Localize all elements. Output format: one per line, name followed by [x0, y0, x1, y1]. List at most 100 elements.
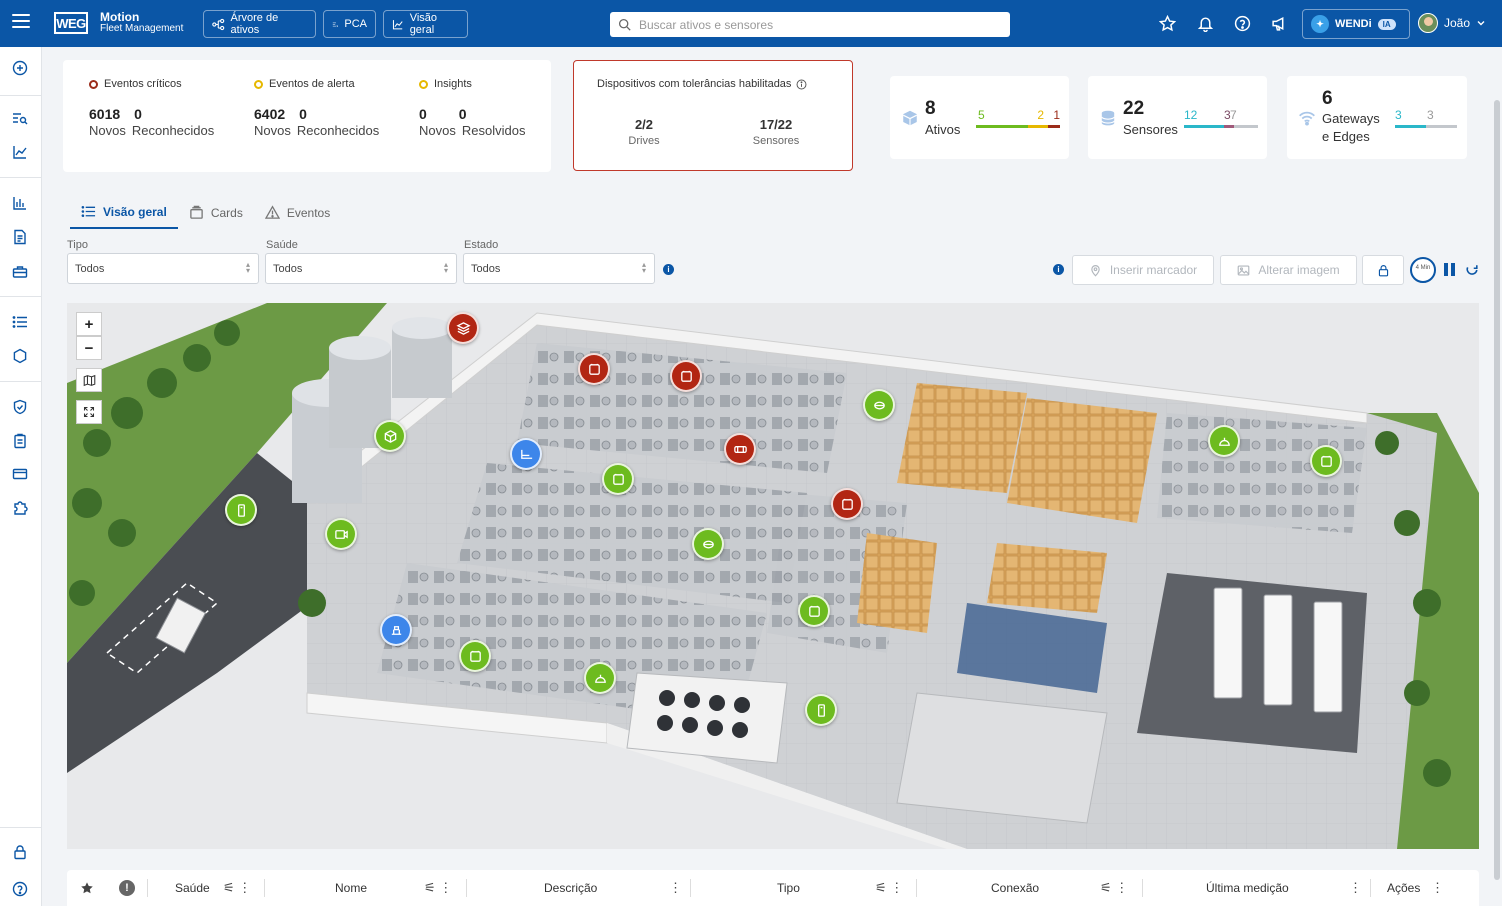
marker-info-pump[interactable]	[510, 438, 542, 470]
plant-map[interactable]: + −	[67, 303, 1479, 849]
marker-critical-layers[interactable]	[447, 312, 479, 344]
gateways-status-bar	[1395, 125, 1457, 128]
tab-cards[interactable]: Cards	[178, 196, 254, 229]
marker-healthy-drive[interactable]	[692, 528, 724, 560]
search-list-icon[interactable]	[12, 110, 30, 128]
bell-icon[interactable]	[1197, 15, 1215, 33]
favorite-star-icon[interactable]	[80, 881, 94, 895]
scrollbar-thumb[interactable]	[1494, 100, 1500, 880]
pause-icon[interactable]	[1444, 263, 1456, 276]
clipboard-icon[interactable]	[12, 433, 30, 451]
info-icon[interactable]	[796, 79, 807, 90]
actions-column-menu[interactable]: ⋮	[1431, 880, 1444, 896]
type-column-actions[interactable]: ⚟ ⋮	[875, 880, 903, 896]
marker-healthy-box[interactable]	[374, 420, 406, 452]
card-icon[interactable]	[12, 466, 30, 484]
refresh-icon[interactable]	[1465, 263, 1479, 277]
zoom-in-button[interactable]: +	[76, 312, 102, 336]
bar-chart-icon[interactable]	[12, 195, 30, 213]
tab-overview[interactable]: Visão geral	[70, 196, 178, 229]
gateways-label: Gateways e Edges	[1322, 110, 1380, 146]
user-menu[interactable]: João	[1418, 13, 1486, 33]
search-input[interactable]	[639, 17, 999, 32]
sensors-tolerance-value: 17/22	[759, 117, 793, 132]
marker-healthy-motor[interactable]	[798, 595, 830, 627]
assets-breakdown: 5 2 1	[978, 108, 1060, 122]
marker-healthy-sensor[interactable]	[805, 694, 837, 726]
refresh-timer[interactable]: 4 Min	[1410, 257, 1436, 283]
help-icon[interactable]	[1234, 15, 1252, 33]
wendi-assistant-button[interactable]: ✦ WENDi IA	[1302, 9, 1410, 39]
last-measurement-column-actions[interactable]: ⋮	[1349, 880, 1362, 896]
alert-events[interactable]: Eventos de alerta 6402 0 Novos Reconhecido…	[254, 78, 379, 138]
star-icon[interactable]	[1158, 14, 1177, 33]
page-scrollbar[interactable]	[1494, 100, 1500, 880]
critical-events[interactable]: Eventos críticos 6018 0 Novos Reconhecidos	[89, 78, 214, 138]
pca-button[interactable]: PCA	[323, 10, 376, 38]
assets-stat-card[interactable]: 8 Ativos 5 2 1	[890, 76, 1069, 159]
state-filter-select[interactable]: Todos ▴ ▾	[463, 253, 655, 284]
marker-healthy-drive[interactable]	[863, 389, 895, 421]
marker-healthy-gearbox[interactable]	[325, 518, 357, 550]
menu-icon[interactable]	[12, 14, 30, 28]
toolbox-icon[interactable]	[12, 263, 30, 281]
alert-column-icon[interactable]: !	[119, 880, 135, 896]
trend-icon[interactable]	[12, 144, 30, 162]
gateways-stat-card[interactable]: 6 Gateways e Edges 3 3	[1287, 76, 1467, 159]
marker-healthy-ventilator[interactable]	[584, 662, 616, 694]
tab-events[interactable]: Eventos	[254, 196, 341, 229]
megaphone-icon[interactable]	[1271, 15, 1289, 33]
document-icon[interactable]	[12, 229, 30, 247]
gateways-offline-count: 3	[1427, 108, 1434, 122]
column-type[interactable]: Tipo	[777, 881, 800, 895]
type-filter-select[interactable]: Todos ▴ ▾	[67, 253, 259, 284]
fan-icon	[733, 445, 747, 453]
map-layers-button[interactable]	[76, 368, 102, 392]
column-name[interactable]: Nome	[335, 881, 367, 895]
sensors-stat-card[interactable]: 22 Sensores 12 3 7	[1088, 76, 1267, 159]
column-last-measurement[interactable]: Última medição	[1206, 881, 1289, 895]
sidebar-divider	[0, 296, 42, 297]
marker-healthy-sensor[interactable]	[225, 494, 257, 526]
lock-icon[interactable]	[12, 844, 30, 862]
marker-healthy-motor[interactable]	[1208, 425, 1240, 457]
insert-marker-button[interactable]: Inserir marcador	[1072, 255, 1214, 285]
lock-map-button[interactable]	[1362, 255, 1404, 285]
fullscreen-button[interactable]	[76, 400, 102, 424]
puzzle-icon[interactable]	[12, 500, 30, 518]
health-filter-select[interactable]: Todos ▴ ▾	[265, 253, 457, 284]
column-actions[interactable]: Ações	[1387, 881, 1420, 895]
marker-critical-motor[interactable]	[670, 360, 702, 392]
hexagon-icon[interactable]	[12, 348, 30, 366]
health-column-actions[interactable]: ⚟ ⋮	[223, 880, 251, 896]
connection-column-actions[interactable]: ⚟ ⋮	[1100, 880, 1128, 896]
marker-critical-fan[interactable]	[724, 433, 756, 465]
column-description[interactable]: Descrição	[544, 881, 597, 895]
wifi-icon	[1299, 111, 1315, 126]
help-circle-icon[interactable]	[12, 881, 30, 899]
change-image-button[interactable]: Alterar imagem	[1220, 255, 1357, 285]
marker-healthy-motor[interactable]	[602, 463, 634, 495]
tolerances-card[interactable]: Dispositivos com tolerâncias habilitadas…	[573, 60, 853, 171]
description-column-actions[interactable]: ⋮	[669, 880, 682, 896]
overview-button[interactable]: Visão geral	[383, 10, 468, 38]
shield-icon[interactable]	[12, 399, 30, 417]
alert-new-count: 6402	[254, 106, 286, 122]
map-info-icon[interactable]: i	[1053, 264, 1064, 275]
marker-critical-motor[interactable]	[831, 488, 863, 520]
motor-icon	[841, 498, 853, 510]
column-health[interactable]: Saúde	[175, 881, 210, 895]
add-circle-icon[interactable]	[12, 60, 30, 78]
marker-healthy-motor[interactable]	[459, 640, 491, 672]
insights-events[interactable]: Insights 0 0 Novos Resolvidos	[419, 78, 525, 138]
zoom-out-button[interactable]: −	[76, 336, 102, 360]
marker-critical-motor[interactable]	[578, 353, 610, 385]
asset-tree-button[interactable]: Árvore de ativos	[203, 10, 316, 38]
marker-info-plug[interactable]	[380, 614, 412, 646]
name-column-actions[interactable]: ⚟ ⋮	[424, 880, 452, 896]
filter-info-icon[interactable]: i	[663, 264, 674, 275]
column-connection[interactable]: Conexão	[991, 881, 1039, 895]
list-icon[interactable]	[12, 314, 30, 332]
marker-healthy-motor[interactable]	[1310, 445, 1342, 477]
weg-logo[interactable]: WEG	[54, 12, 88, 34]
